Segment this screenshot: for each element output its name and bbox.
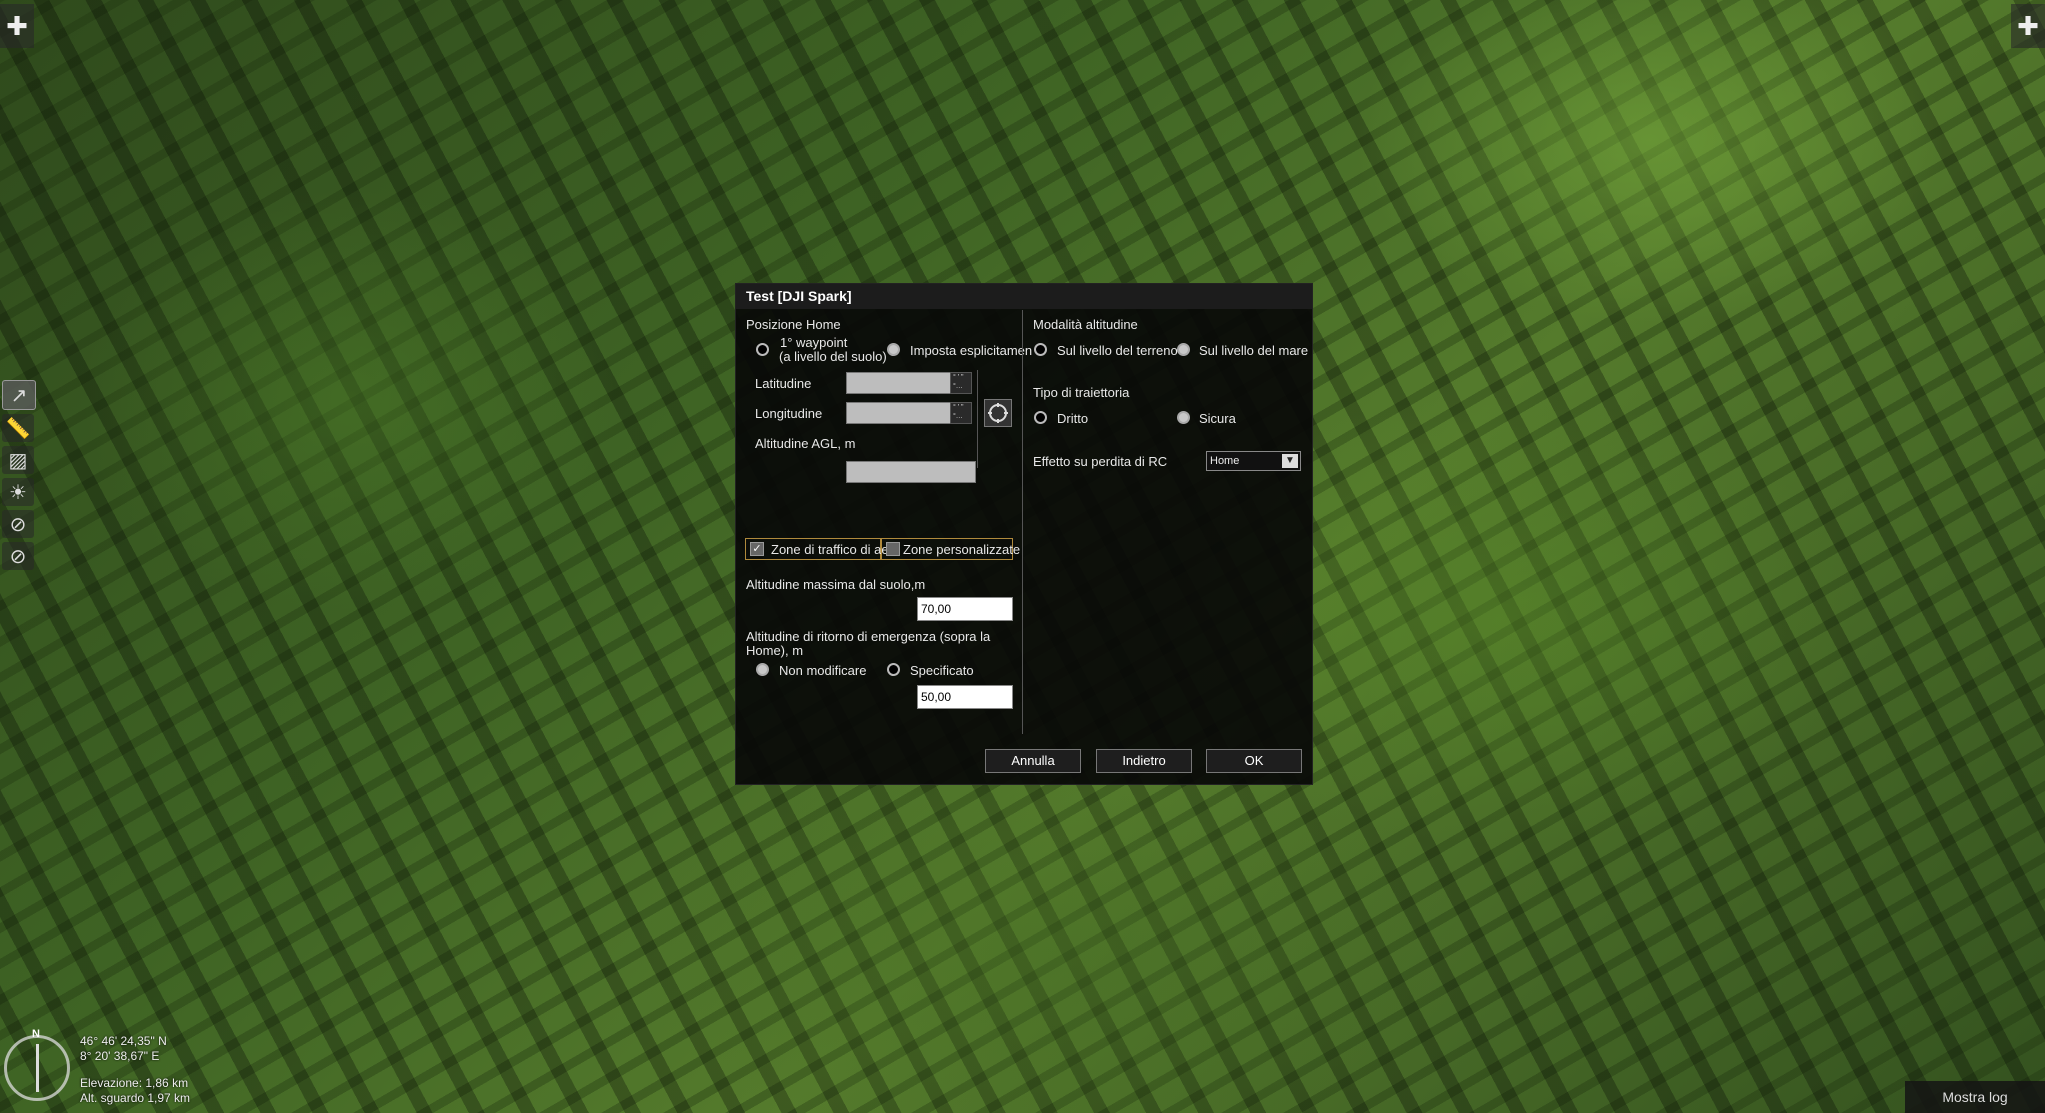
lat-fmt-bottom: °…	[953, 383, 963, 390]
pick-location-icon[interactable]	[984, 399, 1012, 427]
alt-mode-terrain-label: Sul livello del terreno	[1057, 343, 1178, 358]
max-altitude-label: Altitudine massima dal suolo,m	[746, 577, 926, 592]
lon-fmt-top: ° ' "	[953, 404, 964, 411]
add-tool-icon-right[interactable]: ✚	[2011, 4, 2045, 48]
alt-mode-terrain-radio[interactable]	[1034, 343, 1047, 356]
altitude-mode-label: Modalità altitudine	[1033, 317, 1138, 332]
rc-loss-label: Effetto su perdita di RC	[1033, 454, 1168, 469]
air-traffic-zones-label: Zone di traffico di aeroporto	[771, 542, 886, 557]
custom-zones-label: Zone personalizzate	[903, 542, 1021, 557]
rth-no-change-radio[interactable]	[756, 663, 769, 676]
alt-mode-sea-radio[interactable]	[1177, 343, 1190, 356]
dialog-title: Test [DJI Spark]	[736, 284, 1312, 309]
cancel-button[interactable]: Annulla	[985, 749, 1081, 773]
latitude-label: Latitudine	[755, 376, 812, 391]
rth-specified-label: Specificato	[910, 663, 974, 678]
longitude-input[interactable]	[846, 402, 952, 424]
coordinates-readout: 46° 46' 24,35" N 8° 20' 38,67" E Elevazi…	[80, 1034, 190, 1106]
traj-straight-radio[interactable]	[1034, 411, 1047, 424]
rth-specified-radio[interactable]	[887, 663, 900, 676]
lat-fmt-top: ° ' "	[953, 374, 964, 381]
back-button[interactable]: Indietro	[1096, 749, 1192, 773]
polygon-icon[interactable]: ▨	[2, 446, 34, 474]
home-explicit-radio[interactable]	[887, 343, 900, 356]
home-first-waypoint-radio[interactable]	[756, 343, 769, 356]
coords-divider	[977, 370, 978, 468]
rc-loss-select[interactable]: Home ▼	[1206, 451, 1301, 471]
ok-button[interactable]: OK	[1206, 749, 1302, 773]
trajectory-label: Tipo di traiettoria	[1033, 385, 1130, 400]
home-first-waypoint-label: 1° waypoint (a livello del suolo)	[779, 336, 887, 364]
rth-altitude-input[interactable]: 50,00	[917, 685, 1013, 709]
home-explicit-label: Imposta esplicitamente	[910, 343, 1032, 358]
compass-north-label: N	[32, 1028, 40, 1040]
altitude-agl-input[interactable]	[846, 461, 976, 483]
compass-needle	[36, 1044, 39, 1092]
air-traffic-zones-checkbox[interactable]: ✓	[750, 542, 764, 556]
sun-icon[interactable]: ☀	[2, 478, 34, 506]
ruler-icon[interactable]: 📏	[2, 414, 34, 442]
left-toolbar: ↗ 📏 ▨ ☀ ⊘ ⊘	[2, 380, 38, 570]
latitude-input[interactable]	[846, 372, 952, 394]
custom-zones-checkbox[interactable]	[886, 542, 900, 556]
lon-fmt-bottom: °…	[953, 413, 963, 420]
longitude-format-toggle[interactable]: ° ' " °…	[950, 402, 972, 424]
alt-mode-sea-label: Sul livello del mare	[1199, 343, 1309, 358]
altitude-agl-label: Altitudine AGL, m	[755, 436, 856, 451]
eye-altitude-readout: Alt. sguardo 1,97 km	[80, 1091, 191, 1105]
rth-altitude-label-2: Home), m	[746, 643, 804, 658]
rth-no-change-label: Non modificare	[779, 663, 867, 678]
max-altitude-input[interactable]: 70,00	[917, 597, 1013, 621]
latitude-readout: 46° 46' 24,35" N	[80, 1034, 167, 1048]
traj-safe-radio[interactable]	[1177, 411, 1190, 424]
elevation-readout: Elevazione: 1,86 km	[80, 1076, 189, 1090]
rth-altitude-label: Altitudine di ritorno di emergenza (sopr…	[746, 630, 990, 658]
traj-safe-label: Sicura	[1199, 411, 1236, 426]
traj-straight-label: Dritto	[1057, 411, 1089, 426]
home-first-waypoint-line1: 1° waypoint	[780, 335, 848, 350]
longitude-readout: 8° 20' 38,67" E	[80, 1049, 160, 1063]
longitude-label: Longitudine	[755, 406, 823, 421]
column-divider	[1022, 310, 1023, 734]
rth-altitude-label-1: Altitudine di ritorno di emergenza (sopr…	[746, 629, 991, 644]
compass-icon[interactable]: N	[4, 1028, 70, 1101]
no-fly-icon-2[interactable]: ⊘	[2, 542, 34, 570]
mission-settings-dialog: Test [DJI Spark] Posizione Home 1° waypo…	[735, 283, 1313, 785]
no-fly-icon[interactable]: ⊘	[2, 510, 34, 538]
show-log-button[interactable]: Mostra log	[1905, 1081, 2045, 1113]
rc-loss-value: Home	[1210, 455, 1240, 467]
home-position-label: Posizione Home	[746, 317, 841, 332]
add-tool-icon[interactable]: ✚	[0, 4, 34, 48]
chevron-down-icon: ▼	[1282, 454, 1298, 468]
latitude-format-toggle[interactable]: ° ' " °…	[950, 372, 972, 394]
route-icon[interactable]: ↗	[2, 380, 36, 410]
home-first-waypoint-line2: (a livello del suolo)	[779, 349, 887, 364]
